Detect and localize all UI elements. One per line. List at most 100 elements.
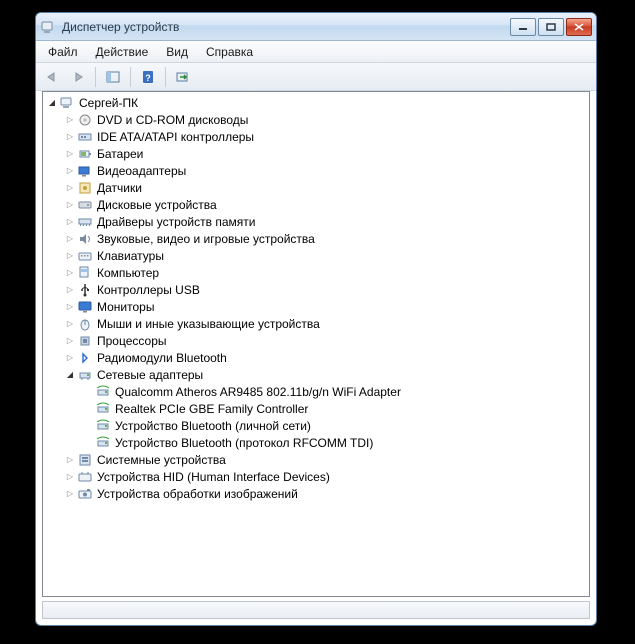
- collapse-icon[interactable]: ◢: [45, 98, 59, 107]
- titlebar[interactable]: Диспетчер устройств: [36, 13, 596, 41]
- scan-hardware-button[interactable]: [171, 66, 195, 88]
- help-button[interactable]: ?: [136, 66, 160, 88]
- tree-category-10[interactable]: ▷Контроллеры USB: [45, 281, 589, 298]
- tree-node-label: Устройства обработки изображений: [96, 487, 298, 501]
- hid-icon: [77, 469, 93, 485]
- svg-text:?: ?: [145, 73, 151, 83]
- tree-node-label: Системные устройства: [96, 453, 226, 467]
- monitor-icon: [77, 299, 93, 315]
- display-adapter-icon: [77, 163, 93, 179]
- expand-icon[interactable]: ▷: [63, 183, 77, 192]
- tree-device-15-1[interactable]: Realtek PCIe GBE Family Controller: [45, 400, 589, 417]
- tree-node-label: Драйверы устройств памяти: [96, 215, 255, 229]
- expand-icon[interactable]: ▷: [63, 217, 77, 226]
- memory-icon: [77, 214, 93, 230]
- expand-icon[interactable]: ▷: [63, 353, 77, 362]
- tree-device-15-2[interactable]: Устройство Bluetooth (личной сети): [45, 417, 589, 434]
- statusbar: [42, 601, 590, 619]
- tree-device-15-0[interactable]: Qualcomm Atheros AR9485 802.11b/g/n WiFi…: [45, 383, 589, 400]
- computer-icon: [59, 95, 75, 111]
- tree-category-3[interactable]: ▷ Видеоадаптеры: [45, 162, 589, 179]
- expand-icon[interactable]: ▷: [63, 472, 77, 481]
- maximize-button[interactable]: [538, 18, 564, 36]
- tree-node-label: Сетевые адаптеры: [96, 368, 203, 382]
- expand-icon[interactable]: ▷: [63, 285, 77, 294]
- expand-icon[interactable]: ▷: [63, 302, 77, 311]
- show-hide-console-tree-button[interactable]: [101, 66, 125, 88]
- tree-category-6[interactable]: ▷ Драйверы устройств памяти: [45, 213, 589, 230]
- tree-node-label: Процессоры: [96, 334, 167, 348]
- tree-node-label: Звуковые, видео и игровые устройства: [96, 232, 315, 246]
- expand-icon[interactable]: ▷: [63, 489, 77, 498]
- battery-icon: [77, 146, 93, 162]
- tree-root-node[interactable]: ◢Сергей-ПК: [45, 94, 589, 111]
- tree-category-15[interactable]: ◢ Сетевые адаптеры: [45, 366, 589, 383]
- tree-category-17[interactable]: ▷ Устройства HID (Human Interface Devices…: [45, 468, 589, 485]
- minimize-button[interactable]: [510, 18, 536, 36]
- window-title: Диспетчер устройств: [62, 20, 510, 34]
- expand-icon[interactable]: ▷: [63, 149, 77, 158]
- tree-category-16[interactable]: ▷ Системные устройства: [45, 451, 589, 468]
- expand-icon[interactable]: ▷: [63, 132, 77, 141]
- tree-node-label: Компьютер: [96, 266, 159, 280]
- tree-category-8[interactable]: ▷Клавиатуры: [45, 247, 589, 264]
- tree-node-label: Батареи: [96, 147, 143, 161]
- tree-node-label: Видеоадаптеры: [96, 164, 186, 178]
- tree-category-0[interactable]: ▷ DVD и CD-ROM дисководы: [45, 111, 589, 128]
- usb-icon: [77, 282, 93, 298]
- tree-category-1[interactable]: ▷ IDE ATA/ATAPI контроллеры: [45, 128, 589, 145]
- forward-button[interactable]: [66, 66, 90, 88]
- mouse-icon: [77, 316, 93, 332]
- expand-icon[interactable]: ▷: [63, 336, 77, 345]
- close-button[interactable]: [566, 18, 592, 36]
- keyboard-icon: [77, 248, 93, 264]
- expand-icon[interactable]: ▷: [63, 115, 77, 124]
- menubar: Файл Действие Вид Справка: [36, 41, 596, 63]
- tree-category-18[interactable]: ▷ Устройства обработки изображений: [45, 485, 589, 502]
- expand-icon[interactable]: ▷: [63, 234, 77, 243]
- net-device-icon: [95, 418, 111, 434]
- imaging-icon: [77, 486, 93, 502]
- menu-view[interactable]: Вид: [158, 43, 196, 61]
- tree-category-9[interactable]: ▷ Компьютер: [45, 264, 589, 281]
- net-device-icon: [95, 435, 111, 451]
- collapse-icon[interactable]: ◢: [63, 370, 77, 379]
- expand-icon[interactable]: ▷: [63, 455, 77, 464]
- expand-icon[interactable]: ▷: [63, 251, 77, 260]
- tree-node-label: IDE ATA/ATAPI контроллеры: [96, 130, 254, 144]
- back-button[interactable]: [40, 66, 64, 88]
- tree-category-5[interactable]: ▷Дисковые устройства: [45, 196, 589, 213]
- controller-icon: [77, 129, 93, 145]
- tree-category-4[interactable]: ▷ Датчики: [45, 179, 589, 196]
- menu-file[interactable]: Файл: [40, 43, 86, 61]
- toolbar: ?: [36, 63, 596, 91]
- tree-node-label: Устройство Bluetooth (протокол RFCOMM TD…: [114, 436, 373, 450]
- tree-category-11[interactable]: ▷ Мониторы: [45, 298, 589, 315]
- tree-node-label: Датчики: [96, 181, 142, 195]
- computer-cat-icon: [77, 265, 93, 281]
- net-device-icon: [95, 401, 111, 417]
- tree-node-label: Устройства HID (Human Interface Devices): [96, 470, 330, 484]
- expand-icon[interactable]: ▷: [63, 166, 77, 175]
- app-icon: [40, 19, 56, 35]
- disk-icon: [77, 197, 93, 213]
- expand-icon[interactable]: ▷: [63, 200, 77, 209]
- tree-category-7[interactable]: ▷ Звуковые, видео и игровые устройства: [45, 230, 589, 247]
- tree-category-2[interactable]: ▷ Батареи: [45, 145, 589, 162]
- tree-node-label: Радиомодули Bluetooth: [96, 351, 227, 365]
- tree-node-label: Мониторы: [96, 300, 154, 314]
- tree-node-label: DVD и CD-ROM дисководы: [96, 113, 248, 127]
- tree-node-label: Qualcomm Atheros AR9485 802.11b/g/n WiFi…: [114, 385, 401, 399]
- menu-action[interactable]: Действие: [88, 43, 157, 61]
- device-tree[interactable]: ◢Сергей-ПК ▷ DVD и CD-ROM дисководы ▷ IDE AT…: [42, 91, 590, 597]
- tree-node-label: Realtek PCIe GBE Family Controller: [114, 402, 308, 416]
- menu-help[interactable]: Справка: [198, 43, 261, 61]
- tree-category-14[interactable]: ▷ Радиомодули Bluetooth: [45, 349, 589, 366]
- cpu-icon: [77, 333, 93, 349]
- expand-icon[interactable]: ▷: [63, 268, 77, 277]
- tree-category-13[interactable]: ▷ Процессоры: [45, 332, 589, 349]
- disc-icon: [77, 112, 93, 128]
- expand-icon[interactable]: ▷: [63, 319, 77, 328]
- tree-category-12[interactable]: ▷Мыши и иные указывающие устройства: [45, 315, 589, 332]
- tree-device-15-3[interactable]: Устройство Bluetooth (протокол RFCOMM TD…: [45, 434, 589, 451]
